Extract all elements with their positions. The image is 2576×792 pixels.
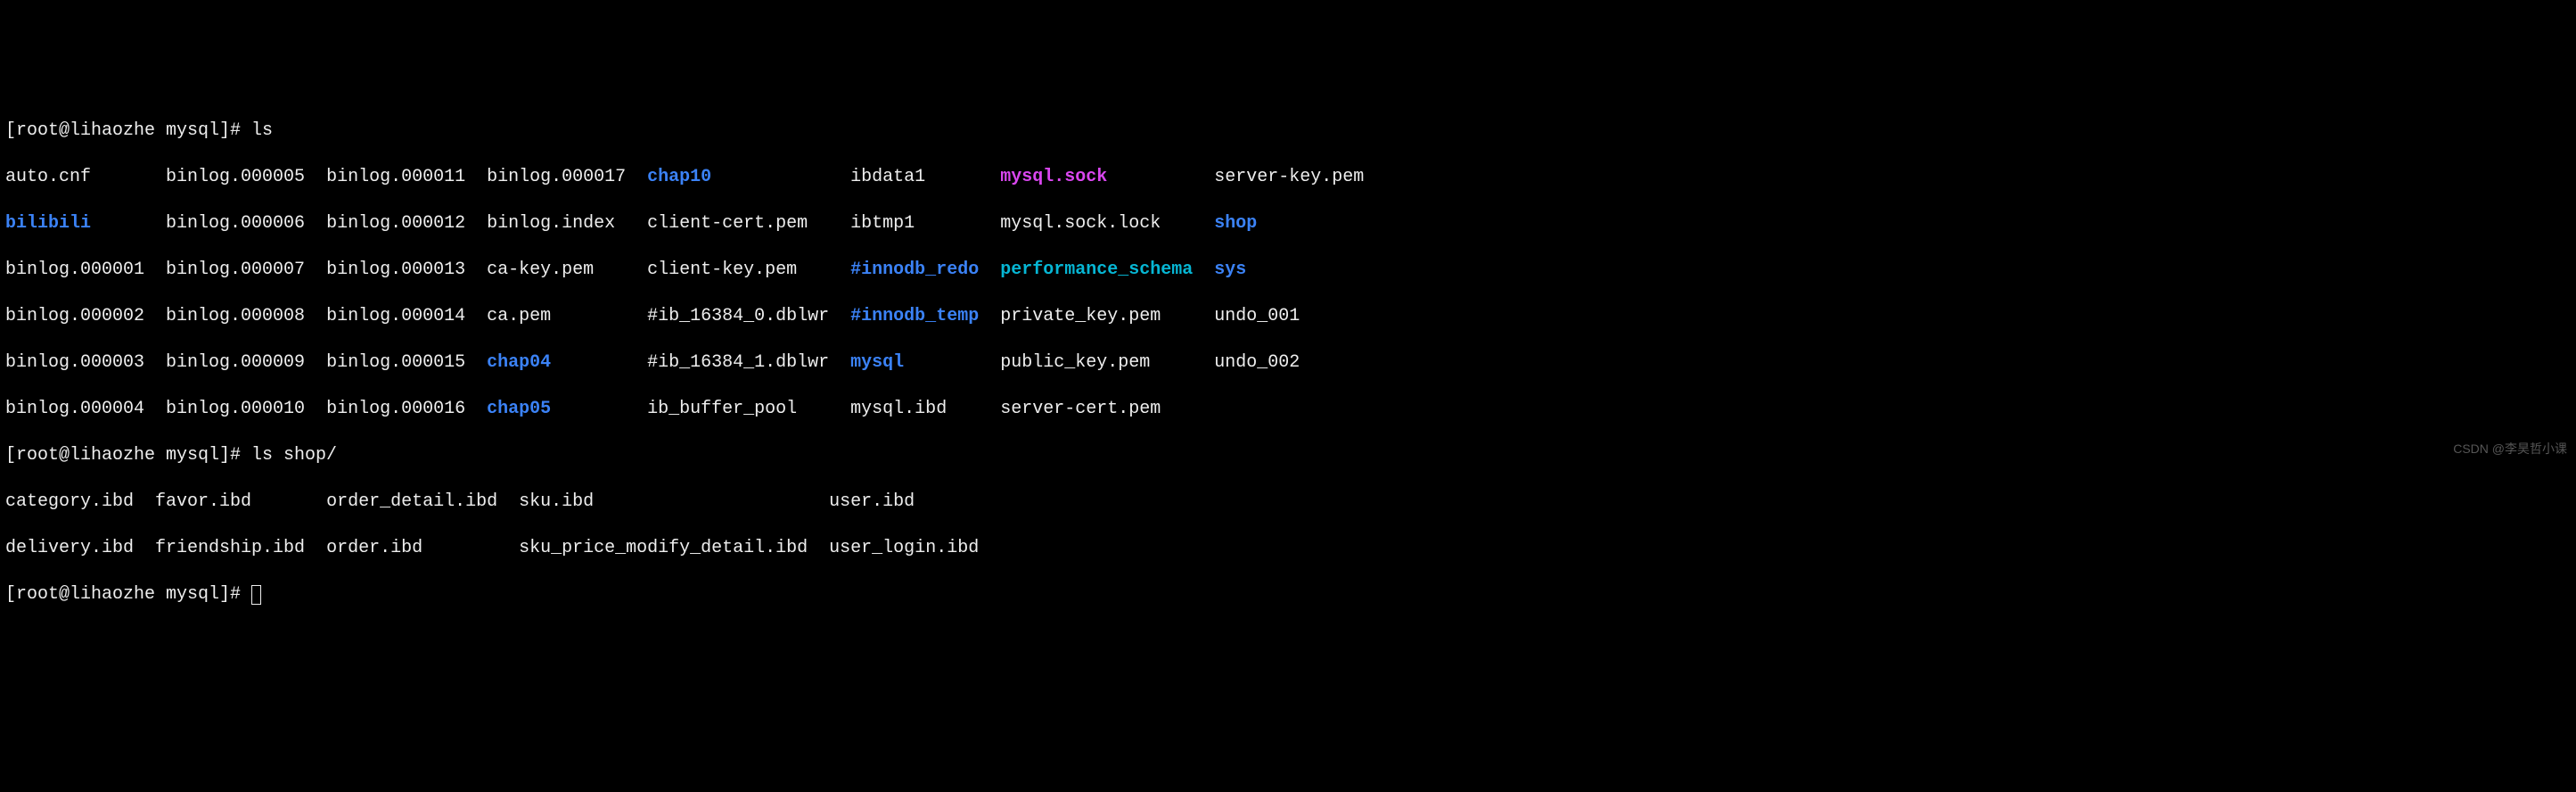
file-entry: ca.pem	[487, 306, 647, 326]
ls-output-row: binlog.000003 binlog.000009 binlog.00001…	[5, 351, 2571, 375]
ls-output-row: binlog.000002 binlog.000008 binlog.00001…	[5, 305, 2571, 328]
file-entry: user.ibd	[829, 491, 915, 512]
file-entry: favor.ibd	[155, 491, 326, 512]
dir-entry: bilibili	[5, 213, 166, 234]
file-entry: client-cert.pem	[647, 213, 850, 234]
ls-output-row: binlog.000001 binlog.000007 binlog.00001…	[5, 259, 2571, 282]
dir-entry: chap10	[647, 167, 850, 187]
file-entry: auto.cnf	[5, 167, 166, 187]
ls-output-row: delivery.ibd friendship.ibd order.ibd sk…	[5, 537, 2571, 560]
file-entry: order_detail.ibd	[326, 491, 519, 512]
file-entry: binlog.000010	[166, 399, 326, 419]
file-entry: order.ibd	[326, 538, 519, 558]
file-entry: friendship.ibd	[155, 538, 326, 558]
file-entry: #ib_16384_0.dblwr	[647, 306, 850, 326]
file-entry: user_login.ibd	[829, 538, 979, 558]
file-entry: binlog.index	[487, 213, 647, 234]
file-entry: binlog.000004	[5, 399, 166, 419]
file-entry: delivery.ibd	[5, 538, 155, 558]
dir-entry: #innodb_redo	[850, 260, 1000, 280]
file-entry: binlog.000007	[166, 260, 326, 280]
ls-output-row: binlog.000004 binlog.000010 binlog.00001…	[5, 398, 2571, 421]
file-entry: ibdata1	[850, 167, 1000, 187]
file-entry: binlog.000002	[5, 306, 166, 326]
file-entry: binlog.000013	[326, 260, 487, 280]
dir-entry: sys	[1214, 260, 1246, 280]
file-entry: binlog.000005	[166, 167, 326, 187]
file-entry: binlog.000015	[326, 352, 487, 373]
file-entry: mysql.sock.lock	[1000, 213, 1214, 234]
shell-prompt: [root@lihaozhe mysql]#	[5, 120, 251, 141]
file-entry: public_key.pem	[1000, 352, 1214, 373]
file-entry: private_key.pem	[1000, 306, 1214, 326]
file-entry: client-key.pem	[647, 260, 850, 280]
shell-prompt: [root@lihaozhe mysql]#	[5, 584, 251, 605]
shell-prompt: [root@lihaozhe mysql]#	[5, 445, 251, 466]
prompt-line-2: [root@lihaozhe mysql]# ls shop/	[5, 444, 2571, 467]
file-entry: binlog.000012	[326, 213, 487, 234]
dir-entry: #innodb_temp	[850, 306, 1000, 326]
file-entry: #ib_16384_1.dblwr	[647, 352, 850, 373]
dir-entry: chap04	[487, 352, 647, 373]
file-entry: binlog.000017	[487, 167, 647, 187]
prompt-line-1: [root@lihaozhe mysql]# ls	[5, 120, 2571, 143]
file-entry: server-cert.pem	[1000, 399, 1214, 419]
command-text: ls shop/	[251, 445, 337, 466]
dir-entry: performance_schema	[1000, 260, 1214, 280]
dir-entry: chap05	[487, 399, 647, 419]
file-entry: server-key.pem	[1214, 167, 1364, 187]
dir-entry: mysql	[850, 352, 1000, 373]
socket-entry: mysql.sock	[1000, 167, 1214, 187]
dir-entry: shop	[1214, 213, 1257, 234]
file-entry: mysql.ibd	[850, 399, 1000, 419]
file-entry: binlog.000009	[166, 352, 326, 373]
file-entry: binlog.000014	[326, 306, 487, 326]
file-entry: binlog.000016	[326, 399, 487, 419]
watermark-text: CSDN @李昊哲小课	[2453, 441, 2567, 457]
ls-output-row: category.ibd favor.ibd order_detail.ibd …	[5, 491, 2571, 514]
file-entry: ibtmp1	[850, 213, 1000, 234]
file-entry: sku_price_modify_detail.ibd	[519, 538, 829, 558]
file-entry: undo_001	[1214, 306, 1300, 326]
file-entry: ib_buffer_pool	[647, 399, 850, 419]
ls-output-row: auto.cnf binlog.000005 binlog.000011 bin…	[5, 166, 2571, 189]
file-entry: category.ibd	[5, 491, 155, 512]
file-entry: binlog.000001	[5, 260, 166, 280]
terminal-output[interactable]: [root@lihaozhe mysql]# ls auto.cnf binlo…	[5, 96, 2571, 630]
file-entry: ca-key.pem	[487, 260, 647, 280]
file-entry: sku.ibd	[519, 491, 829, 512]
file-entry: binlog.000008	[166, 306, 326, 326]
prompt-line-3[interactable]: [root@lihaozhe mysql]#	[5, 583, 2571, 606]
terminal-cursor[interactable]	[251, 585, 261, 605]
command-text: ls	[251, 120, 273, 141]
file-entry: binlog.000003	[5, 352, 166, 373]
file-entry: undo_002	[1214, 352, 1300, 373]
file-entry: binlog.000006	[166, 213, 326, 234]
file-entry: binlog.000011	[326, 167, 487, 187]
ls-output-row: bilibili binlog.000006 binlog.000012 bin…	[5, 212, 2571, 235]
